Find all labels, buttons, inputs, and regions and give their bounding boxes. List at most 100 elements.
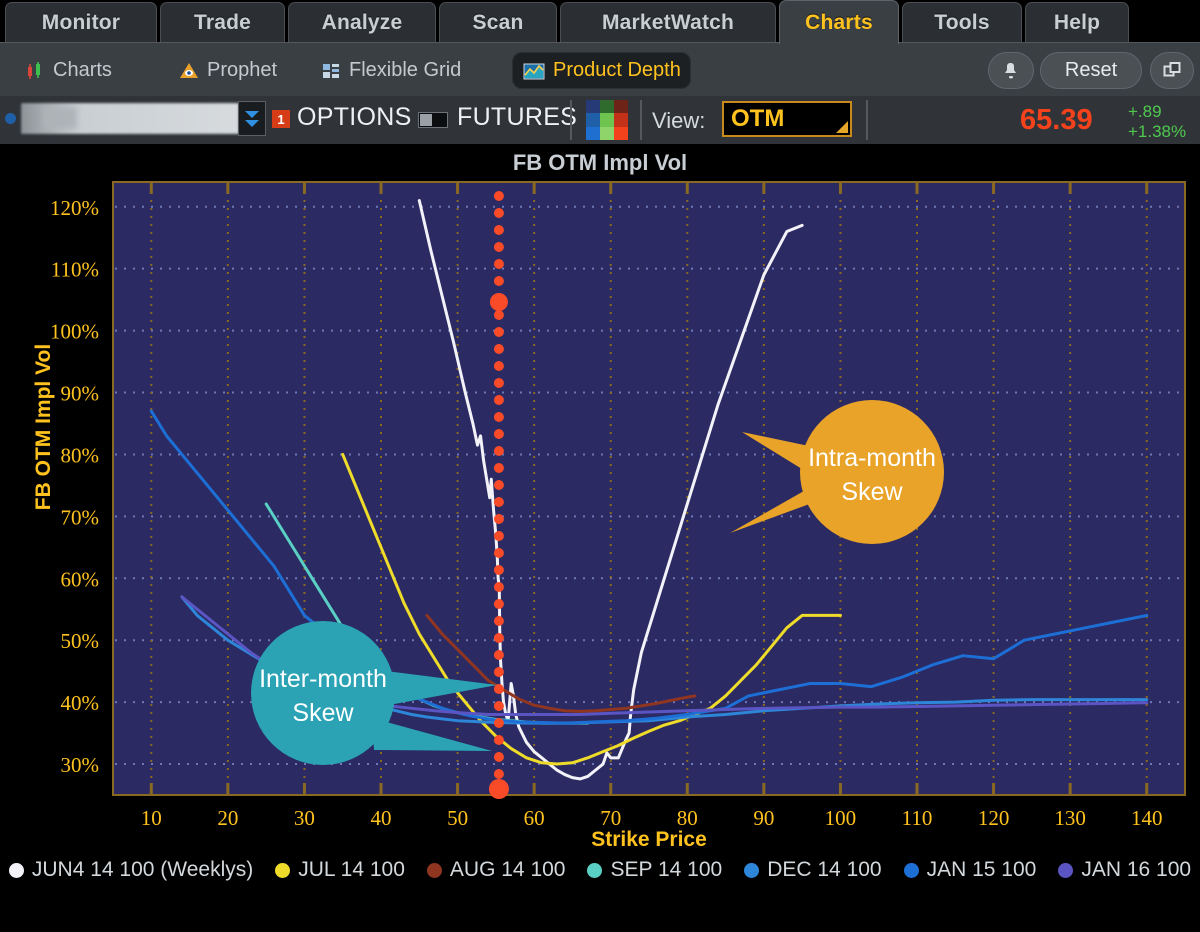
- area-chart-icon: [522, 60, 546, 82]
- palette-swatch: [586, 113, 600, 127]
- x-tick-label: 120: [978, 806, 1010, 830]
- legend-color-dot: [744, 862, 760, 878]
- palette-swatch: [614, 113, 628, 127]
- legend-color-dot: [275, 862, 291, 878]
- tab-help[interactable]: Help: [1025, 2, 1129, 42]
- reset-label: Reset: [1064, 59, 1118, 81]
- legend-label: JUN4 14 100 (Weeklys): [31, 858, 254, 881]
- palette-swatch: [600, 126, 614, 140]
- tab-label: Help: [1053, 10, 1101, 34]
- change-absolute: +.89: [1128, 102, 1162, 121]
- symbol-status-dot: [5, 113, 16, 124]
- tab-label: Analyze: [321, 10, 403, 34]
- pyramid-eye-icon: [178, 60, 200, 82]
- bell-icon: [1005, 62, 1016, 78]
- options-label[interactable]: OPTIONS: [297, 103, 412, 132]
- chart-index-badge-label: 1: [277, 111, 285, 127]
- x-tick-label: 140: [1131, 806, 1163, 830]
- view-select[interactable]: OTM: [722, 101, 852, 137]
- legend-item[interactable]: AUG 14 100: [426, 858, 566, 882]
- view-label: View:: [652, 108, 706, 133]
- detach-window-icon: [1163, 61, 1181, 76]
- x-axis-label: Strike Price: [591, 828, 707, 851]
- subtoolbar-item-product-depth[interactable]: Product Depth: [512, 52, 691, 89]
- palette-swatch: [600, 113, 614, 127]
- product-depth-plot[interactable]: 30% 40% 50% 60% 70% 80% 90% 100% 110% 120% 10 20 30 4…: [0, 150, 1200, 830]
- chart-index-badge[interactable]: 1: [272, 110, 290, 128]
- y-tick-label: 70%: [61, 505, 100, 529]
- tab-monitor[interactable]: Monitor: [5, 2, 157, 42]
- subtoolbar-item-charts[interactable]: Charts: [14, 52, 122, 89]
- subtoolbar-item-label: Prophet: [207, 59, 278, 81]
- legend-label: AUG 14 100: [449, 858, 566, 881]
- x-tick-label: 20: [217, 806, 238, 830]
- subtoolbar-item-label: Flexible Grid: [349, 59, 462, 81]
- tab-label: Monitor: [41, 10, 121, 34]
- y-tick-label: 100%: [50, 320, 99, 344]
- legend-item[interactable]: JUL 14 100: [275, 858, 405, 882]
- legend-item[interactable]: JAN 16 100: [1058, 858, 1191, 882]
- annotation-text: Inter-month: [259, 665, 387, 693]
- chart-legend: JUN4 14 100 (Weeklys) JUL 14 100 AUG 14 10…: [0, 858, 1200, 882]
- x-tick-label: 130: [1054, 806, 1086, 830]
- subtoolbar-item-flexible-grid[interactable]: Flexible Grid: [310, 52, 471, 89]
- legend-item[interactable]: JAN 15 100: [903, 858, 1036, 882]
- y-tick-label: 30%: [61, 753, 100, 777]
- legend-label: JAN 16 100: [1081, 858, 1192, 881]
- tab-label: Charts: [805, 10, 873, 34]
- alert-button[interactable]: [988, 52, 1034, 89]
- change-percent: +1.38%: [1128, 122, 1187, 141]
- legend-color-dot: [1058, 862, 1074, 878]
- tab-trade[interactable]: Trade: [160, 2, 285, 42]
- palette-swatch: [586, 126, 600, 140]
- chart-subtoolbar: Charts Prophet Flexible Grid Product Depth …: [0, 42, 1200, 96]
- x-tick-label: 40: [371, 806, 392, 830]
- tab-charts[interactable]: Charts: [779, 0, 899, 44]
- tab-scan[interactable]: Scan: [439, 2, 557, 42]
- palette-swatch: [586, 100, 600, 114]
- palette-swatch: [614, 126, 628, 140]
- tab-marketwatch[interactable]: MarketWatch: [560, 2, 776, 42]
- legend-label: SEP 14 100: [610, 858, 723, 881]
- x-tick-label: 30: [294, 806, 315, 830]
- grid-layout-icon: [320, 60, 342, 82]
- legend-item[interactable]: JUN4 14 100 (Weeklys): [8, 858, 254, 882]
- detach-window-button[interactable]: [1150, 52, 1194, 89]
- x-tick-label: 90: [753, 806, 774, 830]
- y-tick-label: 50%: [61, 629, 100, 653]
- divider: [570, 100, 572, 140]
- subtoolbar-item-label: Product Depth: [553, 59, 681, 81]
- tab-label: Scan: [472, 10, 524, 34]
- color-palette-icon[interactable]: [586, 100, 628, 140]
- futures-label[interactable]: FUTURES: [457, 103, 577, 132]
- legend-item[interactable]: SEP 14 100: [587, 858, 722, 882]
- y-tick-label: 120%: [50, 196, 99, 220]
- legend-item[interactable]: DEC 14 100: [744, 858, 882, 882]
- palette-swatch: [614, 100, 628, 114]
- legend-label: DEC 14 100: [767, 858, 882, 881]
- chevron-down-icon: [245, 119, 259, 127]
- subtoolbar-item-label: Charts: [53, 59, 112, 81]
- x-tick-label: 60: [524, 806, 545, 830]
- x-tick-label: 70: [600, 806, 621, 830]
- subtoolbar-item-prophet[interactable]: Prophet: [168, 52, 287, 89]
- chevron-down-icon: [245, 110, 259, 118]
- symbol-input[interactable]: [20, 102, 240, 135]
- last-price: 65.39: [1020, 104, 1093, 136]
- legend-color-dot: [426, 862, 442, 878]
- divider: [640, 100, 642, 140]
- options-futures-toggle[interactable]: [418, 112, 448, 128]
- tab-tools[interactable]: Tools: [902, 2, 1022, 42]
- annotation-text: Skew: [292, 699, 354, 727]
- divider: [866, 100, 868, 140]
- tab-analyze[interactable]: Analyze: [288, 2, 436, 42]
- y-tick-label: 60%: [61, 567, 100, 591]
- y-tick-label: 80%: [61, 443, 100, 467]
- symbol-dropdown-button[interactable]: [238, 101, 266, 136]
- annotation-text: Skew: [841, 478, 903, 506]
- y-tick-label: 110%: [51, 258, 99, 282]
- thinkorswim-window: Monitor Trade Analyze Scan MarketWatch Charts…: [0, 0, 1200, 932]
- tab-label: Trade: [193, 10, 252, 34]
- x-tick-label: 100: [825, 806, 857, 830]
- reset-button[interactable]: Reset: [1040, 52, 1142, 89]
